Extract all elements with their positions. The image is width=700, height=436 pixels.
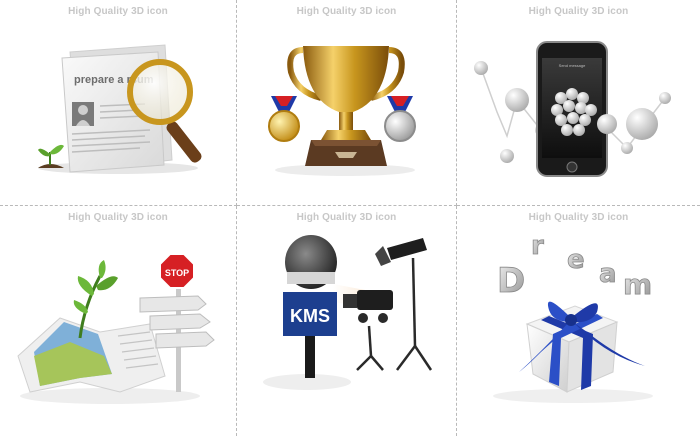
microphone-studio-lights-icon: KMS [263,235,433,390]
icon-grid: High Quality 3D icon prepare a rsum High… [0,0,700,436]
dream-letter-a: a [599,259,617,289]
phone-status-text: Send message [559,63,586,68]
icon-cell-map[interactable]: High Quality 3D icon STOP [0,206,237,436]
dream-letter-d: D [497,261,525,301]
map-signpost-icon: STOP [17,253,215,404]
stop-sign-text: STOP [165,268,189,278]
dream-letter-r: r [531,231,544,261]
trophy-medals-icon [268,46,416,176]
smartphone-molecule-icon: Send message [474,41,671,177]
resume-magnifier-icon: prepare a rsum [38,44,202,174]
dream-letter-m: m [623,268,652,301]
dream-letter-e: e [567,245,585,275]
icon-cell-trophy[interactable]: High Quality 3D icon [237,0,457,206]
icon-cell-mic[interactable]: High Quality 3D icon KMS [237,206,457,436]
mic-flag-text: KMS [290,306,330,326]
dream-gift-box-icon: D r e a m [493,231,653,403]
icon-cell-gift[interactable]: High Quality 3D icon D r e a m [457,206,700,436]
icon-cell-phone[interactable]: High Quality 3D icon Send message [457,0,700,206]
icon-cell-resume[interactable]: High Quality 3D icon prepare a rsum [0,0,237,206]
